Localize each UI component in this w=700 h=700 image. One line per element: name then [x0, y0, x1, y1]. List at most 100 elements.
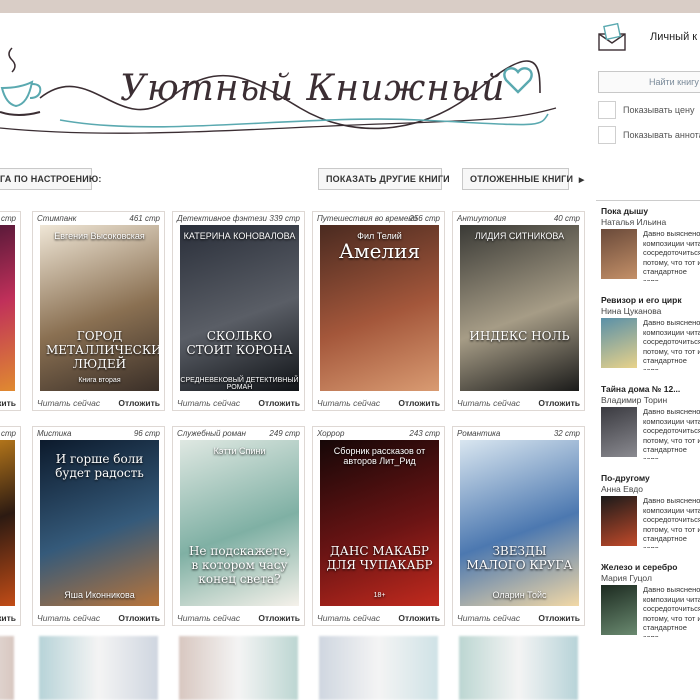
sidebar-book-author: Владимир Торин [601, 395, 668, 405]
sidebar-book-title[interactable]: Тайна дома № 12... [601, 384, 680, 394]
book-card[interactable]: Детективное фэнтези 339 стр КАТЕРИНА КОНОВ… [172, 211, 305, 411]
cover-title: ДАНС МАКАБР ДЛЯ ЧУПАКАБР [326, 544, 433, 572]
read-now-link[interactable]: Читать сейчас [37, 613, 100, 623]
cover-subtitle: Книга вторая [78, 377, 121, 384]
blurred-book-preview [459, 636, 578, 700]
sidebar-book-cover[interactable] [601, 585, 637, 635]
personal-cabinet-link[interactable]: Личный к [650, 31, 697, 43]
read-now-link[interactable]: Читать сейчас [457, 398, 520, 408]
sidebar-book-item[interactable]: Тайна дома № 12... Владимир Торин Давно вы… [596, 379, 700, 465]
defer-link[interactable]: Отложить [398, 398, 440, 408]
sidebar-book-item[interactable]: По-другому Анна Евдо Давно выяснено, компо… [596, 468, 700, 554]
book-genre: Детективное фэнтези [177, 214, 267, 223]
book-cover[interactable]: Евгения Высоковская ГОРОД МЕТАЛЛИЧЕСКИХ Л… [40, 225, 159, 391]
book-cover[interactable]: КАТЕРИНА КОНОВАЛОВА СКОЛЬКО СТОИТ КОРОНА С… [180, 225, 299, 391]
chevron-right-icon: ▶ [578, 177, 585, 184]
book-cover[interactable] [0, 440, 15, 606]
sidebar-book-author: Анна Евдо [601, 484, 643, 494]
show-annotation-label: Показывать аннота [623, 130, 700, 140]
sidebar-book-title[interactable]: Ревизор и его цирк [601, 295, 682, 305]
cover-subtitle: СРЕДНЕВЕКОВЫЙ ДЕТЕКТИВНЫЙ РОМАН [180, 377, 299, 391]
defer-link[interactable]: Отложить [0, 613, 16, 623]
deferred-books-button[interactable]: ОТЛОЖЕННЫЕ КНИГИ ▶ [462, 168, 584, 190]
sidebar-book-cover[interactable] [601, 496, 637, 546]
envelope-icon[interactable] [596, 22, 630, 52]
show-price-checkbox[interactable] [598, 101, 616, 119]
book-pages: 249 стр [269, 429, 300, 438]
sidebar-book-item[interactable]: Железо и серебро Мария Гуцол Давно выяснен… [596, 557, 700, 643]
read-now-link[interactable]: Читать сейчас [177, 398, 240, 408]
read-now-link[interactable]: Читать сейчас [37, 398, 100, 408]
sidebar-book-annotation: Давно выяснено, композиции чита сосредот… [643, 229, 700, 281]
sidebar-book-item[interactable]: Пока дышу Наталья Ильина Давно выяснено, к… [596, 201, 700, 287]
cover-author: КАТЕРИНА КОНОВАЛОВА [183, 231, 296, 241]
read-now-link[interactable]: Читать сейчас [457, 613, 520, 623]
book-cover[interactable]: Сборник рассказов от авторов Лит_Рид ДАНС… [320, 440, 439, 606]
book-card[interactable]: Служебный роман 249 стр Кэтти Спини Не подс… [172, 426, 305, 626]
blurred-book-preview [179, 636, 298, 700]
book-card[interactable]: Путешествия во времени 256 стр Фил Телий Ам… [312, 211, 445, 411]
book-genre: Служебный роман [177, 429, 246, 438]
book-card[interactable]: Романтика 32 стр Оларин Тойс ЗВЕЗДЫ МАЛОГО … [452, 426, 585, 626]
book-pages: 256 стр [409, 214, 440, 223]
cover-title: СКОЛЬКО СТОИТ КОРОНА [186, 329, 293, 357]
sidebar-book-title[interactable]: Пока дышу [601, 206, 648, 216]
read-now-link[interactable]: Читать сейчас [317, 613, 380, 623]
book-genre: Стимпанк [37, 214, 77, 223]
read-now-link[interactable]: Читать сейчас [177, 613, 240, 623]
defer-link[interactable]: Отложить [398, 613, 440, 623]
book-card[interactable]: стрЧитать сейчасОтложить [0, 426, 21, 626]
defer-link[interactable]: Отложить [538, 613, 580, 623]
defer-link[interactable]: Отложить [0, 398, 16, 408]
page: Уютный Книжный Личный к Найти книгу и По… [0, 0, 700, 700]
teacup-icon [0, 47, 42, 116]
show-price-option[interactable]: Показывать цену [598, 101, 700, 119]
defer-link[interactable]: Отложить [118, 398, 160, 408]
sidebar-book-title[interactable]: Железо и серебро [601, 562, 677, 572]
blurred-book-preview [319, 636, 438, 700]
book-genre: Путешествия во времени [317, 214, 418, 223]
book-pages: 40 стр [553, 214, 580, 223]
sidebar-book-annotation: Давно выяснено, композиции чита сосредот… [643, 585, 700, 637]
book-card[interactable]: Стимпанк 461 стр Евгения Высоковская ГОРОД … [32, 211, 165, 411]
blurred-book-preview [0, 636, 14, 700]
book-cover[interactable] [0, 225, 15, 391]
site-logo[interactable]: Уютный Книжный [0, 28, 560, 143]
defer-link[interactable]: Отложить [258, 613, 300, 623]
book-card[interactable]: 0 стрЧитать сейчасОтложить [0, 211, 21, 411]
book-card[interactable]: Мистика 96 стр Яша Иконникова И горше боли … [32, 426, 165, 626]
mood-filter-button[interactable]: ГА ПО НАСТРОЕНИЮ: [0, 168, 101, 190]
book-pages: 461 стр [129, 214, 160, 223]
book-cover[interactable]: Фил Телий Амелия [320, 225, 439, 391]
sidebar-book-annotation: Давно выяснено, композиции чита сосредот… [643, 407, 700, 459]
book-pages: 0 стр [0, 214, 16, 223]
sidebar-book-cover[interactable] [601, 407, 637, 457]
book-card[interactable]: Антиутопия 40 стр ЛИДИЯ СИТНИКОВА ИНДЕКС НО… [452, 211, 585, 411]
top-band [0, 0, 700, 13]
book-cover[interactable]: Кэтти Спини Не подскажете, в котором часу… [180, 440, 299, 606]
sidebar-book-item[interactable]: Ревизор и его цирк Нина Цуканова Давно выя… [596, 290, 700, 376]
defer-link[interactable]: Отложить [538, 398, 580, 408]
book-cover[interactable]: ЛИДИЯ СИТНИКОВА ИНДЕКС НОЛЬ [460, 225, 579, 391]
book-cover[interactable]: Яша Иконникова И горше боли будет радость [40, 440, 159, 606]
book-pages: 243 стр [409, 429, 440, 438]
sidebar-book-cover[interactable] [601, 318, 637, 368]
book-genre: Антиутопия [457, 214, 506, 223]
book-cover[interactable]: Оларин Тойс ЗВЕЗДЫ МАЛОГО КРУГА [460, 440, 579, 606]
show-other-books-button[interactable]: ПОКАЗАТЬ ДРУГИЕ КНИГИ [318, 168, 450, 190]
defer-link[interactable]: Отложить [258, 398, 300, 408]
cover-author: ЛИДИЯ СИТНИКОВА [474, 231, 565, 241]
sidebar-book-annotation: Давно выяснено, композиции чита сосредот… [643, 318, 700, 370]
sidebar-book-title[interactable]: По-другому [601, 473, 650, 483]
cover-author: Евгения Высоковская [54, 231, 145, 241]
search-book-button[interactable]: Найти книгу и [598, 71, 700, 93]
read-now-link[interactable]: Читать сейчас [317, 398, 380, 408]
cover-author: Яша Иконникова [64, 590, 135, 600]
blurred-book-preview [39, 636, 158, 700]
defer-link[interactable]: Отложить [118, 613, 160, 623]
show-annotation-checkbox[interactable] [598, 126, 616, 144]
sidebar-book-cover[interactable] [601, 229, 637, 279]
book-card[interactable]: Хоррор 243 стр Сборник рассказов от авторо… [312, 426, 445, 626]
show-annotation-option[interactable]: Показывать аннота [598, 126, 700, 144]
deferred-books-label: ОТЛОЖЕННЫЕ КНИГИ [470, 174, 574, 184]
